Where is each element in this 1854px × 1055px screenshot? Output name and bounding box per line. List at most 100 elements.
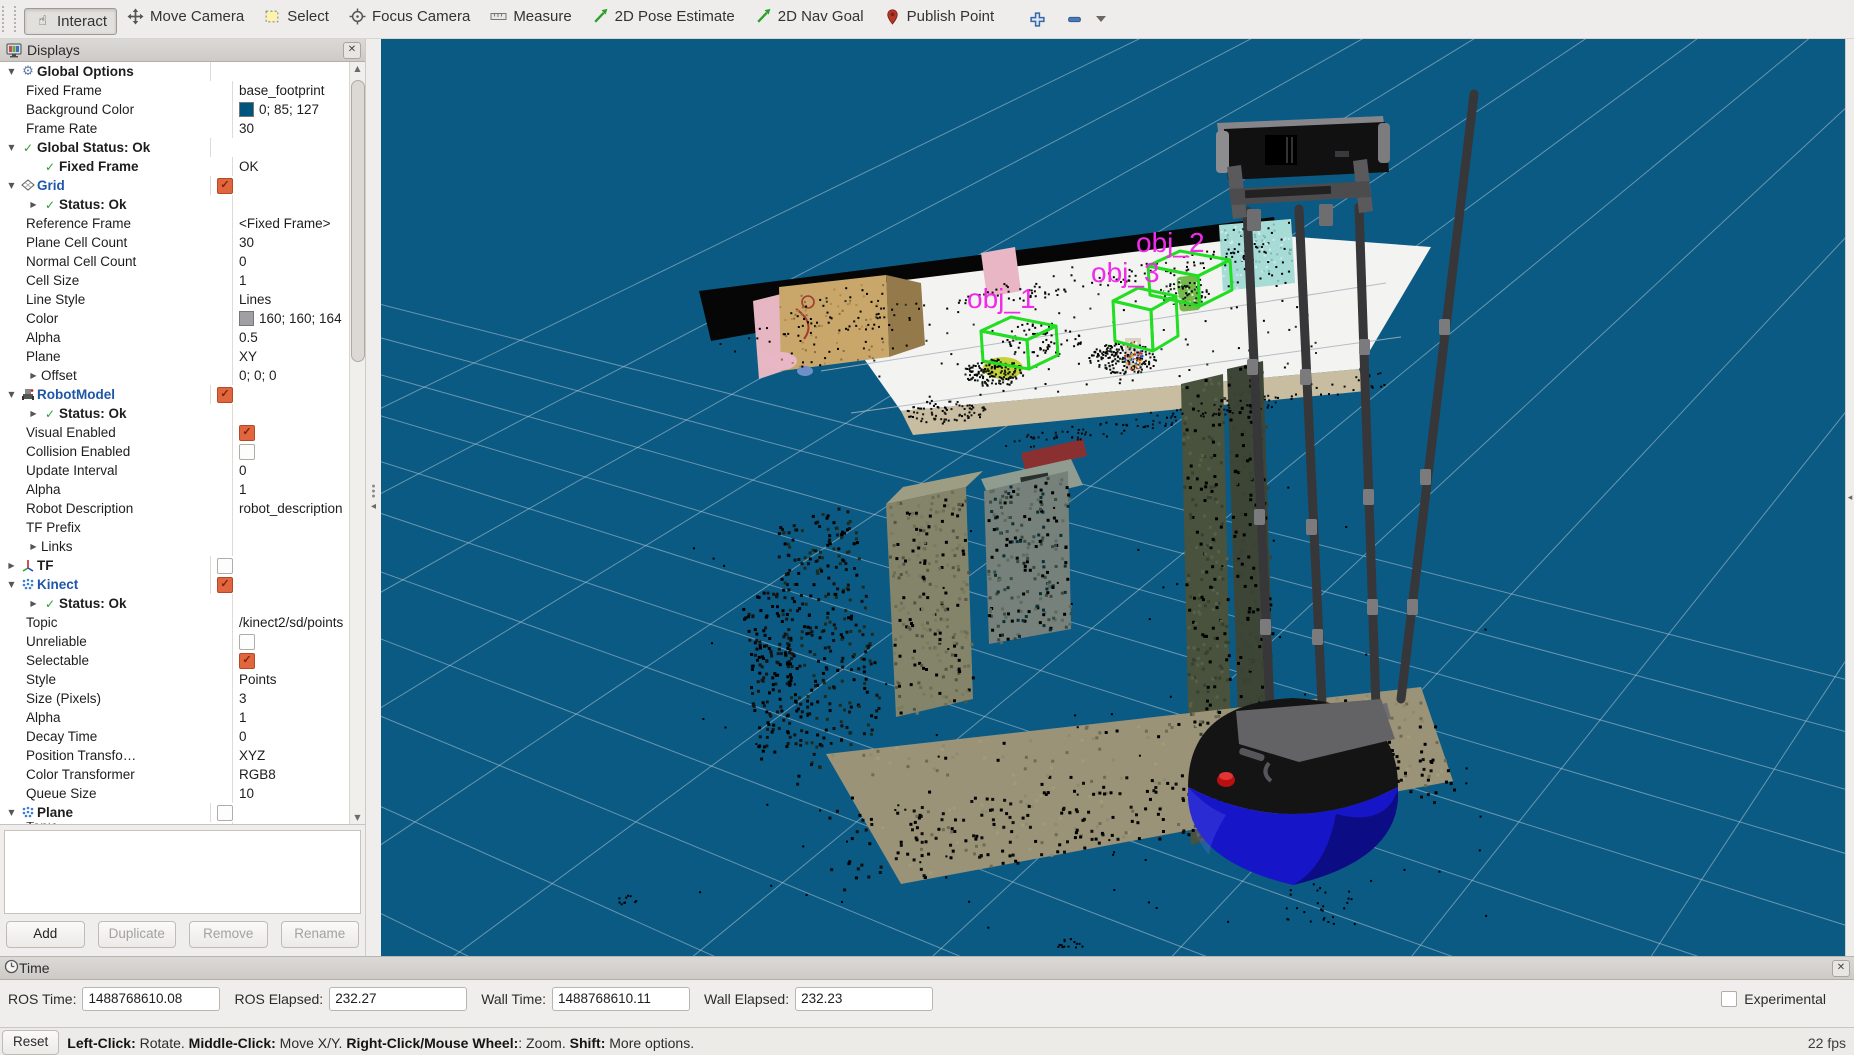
expander-icon[interactable]: ▶: [26, 404, 41, 423]
tree-row-value[interactable]: XY: [239, 347, 257, 366]
panel-splitter[interactable]: ●●● ◂: [366, 39, 381, 956]
tree-row[interactable]: ▼Grid✓: [0, 176, 349, 195]
tree-row[interactable]: Alpha1: [0, 480, 349, 499]
tree-row[interactable]: Plane Cell Count30: [0, 233, 349, 252]
tree-row[interactable]: ▶✓Status: Ok: [0, 594, 349, 613]
add-tool-button[interactable]: [1026, 8, 1049, 31]
tree-row[interactable]: ▶Offset0; 0; 0: [0, 366, 349, 385]
tree-row-value[interactable]: Lines: [239, 290, 271, 309]
displays-panel-header[interactable]: Displays ✕: [0, 39, 365, 62]
tree-row-value[interactable]: 10: [239, 784, 254, 803]
row-checkbox[interactable]: ✓: [217, 577, 233, 593]
tree-row-value[interactable]: XYZ: [239, 746, 265, 765]
tree-row-value[interactable]: 1: [239, 480, 247, 499]
tree-row[interactable]: Visual Enabled✓: [0, 423, 349, 442]
tree-row-value[interactable]: 0: [239, 252, 247, 271]
tree-row[interactable]: TF Prefix: [0, 518, 349, 537]
experimental-checkbox[interactable]: [1721, 991, 1737, 1007]
rename-button[interactable]: Rename: [281, 921, 360, 948]
tree-row[interactable]: Position Transfo…XYZ: [0, 746, 349, 765]
nav-goal-button[interactable]: 2D Nav Goal: [745, 3, 874, 30]
tree-row[interactable]: Alpha1: [0, 708, 349, 727]
toolbar-overflow-icon[interactable]: [1096, 16, 1106, 22]
displays-tree[interactable]: ▼⚙Global OptionsFixed Framebase_footprin…: [0, 62, 349, 824]
tree-row-value[interactable]: robot_description: [239, 499, 343, 518]
collapse-right-icon[interactable]: ◂: [1848, 493, 1853, 503]
interact-button[interactable]: ☝Interact: [24, 8, 117, 35]
tree-row-value[interactable]: RGB8: [239, 765, 276, 784]
add-button[interactable]: Add: [6, 921, 85, 948]
tree-row[interactable]: Topic/kinect2/sd/points: [0, 613, 349, 632]
tree-row[interactable]: Normal Cell Count0: [0, 252, 349, 271]
expander-icon[interactable]: ▶: [26, 594, 41, 613]
tree-row-value[interactable]: Points: [239, 670, 277, 689]
tree-row[interactable]: Size (Pixels)3: [0, 689, 349, 708]
focus-camera-button[interactable]: Focus Camera: [339, 3, 480, 30]
tree-row[interactable]: Line StyleLines: [0, 290, 349, 309]
tree-row[interactable]: ▼Kinect✓: [0, 575, 349, 594]
select-button[interactable]: Select: [254, 3, 339, 30]
tree-row-value[interactable]: 0.5: [239, 328, 258, 347]
tree-row[interactable]: ▶✓Status: Ok: [0, 404, 349, 423]
expander-icon[interactable]: ▼: [4, 138, 19, 157]
scrollbar-thumb[interactable]: [351, 80, 365, 362]
right-splitter[interactable]: ◂: [1845, 39, 1854, 956]
tree-row-value[interactable]: base_footprint: [239, 81, 325, 100]
tree-row[interactable]: Color TransformerRGB8: [0, 765, 349, 784]
duplicate-button[interactable]: Duplicate: [98, 921, 177, 948]
displays-scrollbar[interactable]: ▲ ▼: [349, 62, 365, 824]
displays-close-button[interactable]: ✕: [343, 42, 361, 59]
tree-row[interactable]: ▼Plane: [0, 803, 349, 822]
tree-row-value[interactable]: 30: [239, 233, 254, 252]
expander-icon[interactable]: ▶: [26, 195, 41, 214]
time-panel-header[interactable]: Time ✕: [0, 956, 1854, 980]
tree-row[interactable]: Update Interval0: [0, 461, 349, 480]
tree-row-value[interactable]: OK: [239, 157, 259, 176]
tree-row[interactable]: StylePoints: [0, 670, 349, 689]
tree-row-value[interactable]: 30: [239, 119, 254, 138]
tree-row-value[interactable]: 1: [239, 271, 247, 290]
row-checkbox[interactable]: ✓: [239, 653, 255, 669]
expander-icon[interactable]: ▼: [4, 62, 19, 81]
tree-row-value[interactable]: 1: [239, 708, 247, 727]
row-checkbox[interactable]: [217, 558, 233, 574]
row-checkbox[interactable]: ✓: [239, 425, 255, 441]
tree-row[interactable]: Alpha0.5: [0, 328, 349, 347]
tree-row[interactable]: ✓Fixed FrameOK: [0, 157, 349, 176]
expander-icon[interactable]: ▶: [26, 537, 41, 556]
tree-row[interactable]: ▼⚙Global Options: [0, 62, 349, 81]
tree-row[interactable]: Cell Size1: [0, 271, 349, 290]
toolbar-drag-handle[interactable]: [2, 6, 16, 32]
row-checkbox[interactable]: [239, 634, 255, 650]
measure-button[interactable]: Measure: [480, 3, 581, 30]
tree-row[interactable]: ▶✓Status: Ok: [0, 195, 349, 214]
expander-icon[interactable]: ▶: [4, 556, 19, 575]
scroll-up-icon[interactable]: ▲: [350, 64, 365, 73]
remove-button[interactable]: Remove: [189, 921, 268, 948]
row-checkbox[interactable]: ✓: [217, 178, 233, 194]
tree-row-value[interactable]: 0: [239, 461, 247, 480]
ros-elapsed-input[interactable]: 232.27: [329, 987, 467, 1011]
reset-button[interactable]: Reset: [2, 1030, 59, 1055]
tree-row[interactable]: PlaneXY: [0, 347, 349, 366]
tree-row[interactable]: Color160; 160; 164: [0, 309, 349, 328]
row-checkbox[interactable]: [239, 444, 255, 460]
tree-row[interactable]: ▶TF: [0, 556, 349, 575]
remove-tool-button[interactable]: [1063, 8, 1086, 31]
3d-viewport[interactable]: obj_1 obj_2 obj_3: [381, 39, 1854, 956]
row-checkbox[interactable]: [217, 805, 233, 821]
tree-row[interactable]: Collision Enabled: [0, 442, 349, 461]
tree-row[interactable]: Fixed Framebase_footprint: [0, 81, 349, 100]
ros-time-input[interactable]: 1488768610.08: [82, 987, 220, 1011]
tree-row-value[interactable]: <Fixed Frame>: [239, 214, 331, 233]
expander-icon[interactable]: ▼: [4, 385, 19, 404]
tree-row[interactable]: ▼✓Global Status: Ok: [0, 138, 349, 157]
tree-row[interactable]: ▶Links: [0, 537, 349, 556]
expander-icon[interactable]: ▼: [4, 575, 19, 594]
tree-row-value[interactable]: 0; 0; 0: [239, 366, 277, 385]
tree-row[interactable]: Topic: [0, 822, 349, 824]
tree-row-value[interactable]: 3: [239, 689, 247, 708]
wall-elapsed-input[interactable]: 232.23: [795, 987, 933, 1011]
collapse-panel-icon[interactable]: ◂: [371, 501, 376, 512]
pose-estimate-button[interactable]: 2D Pose Estimate: [582, 3, 745, 30]
